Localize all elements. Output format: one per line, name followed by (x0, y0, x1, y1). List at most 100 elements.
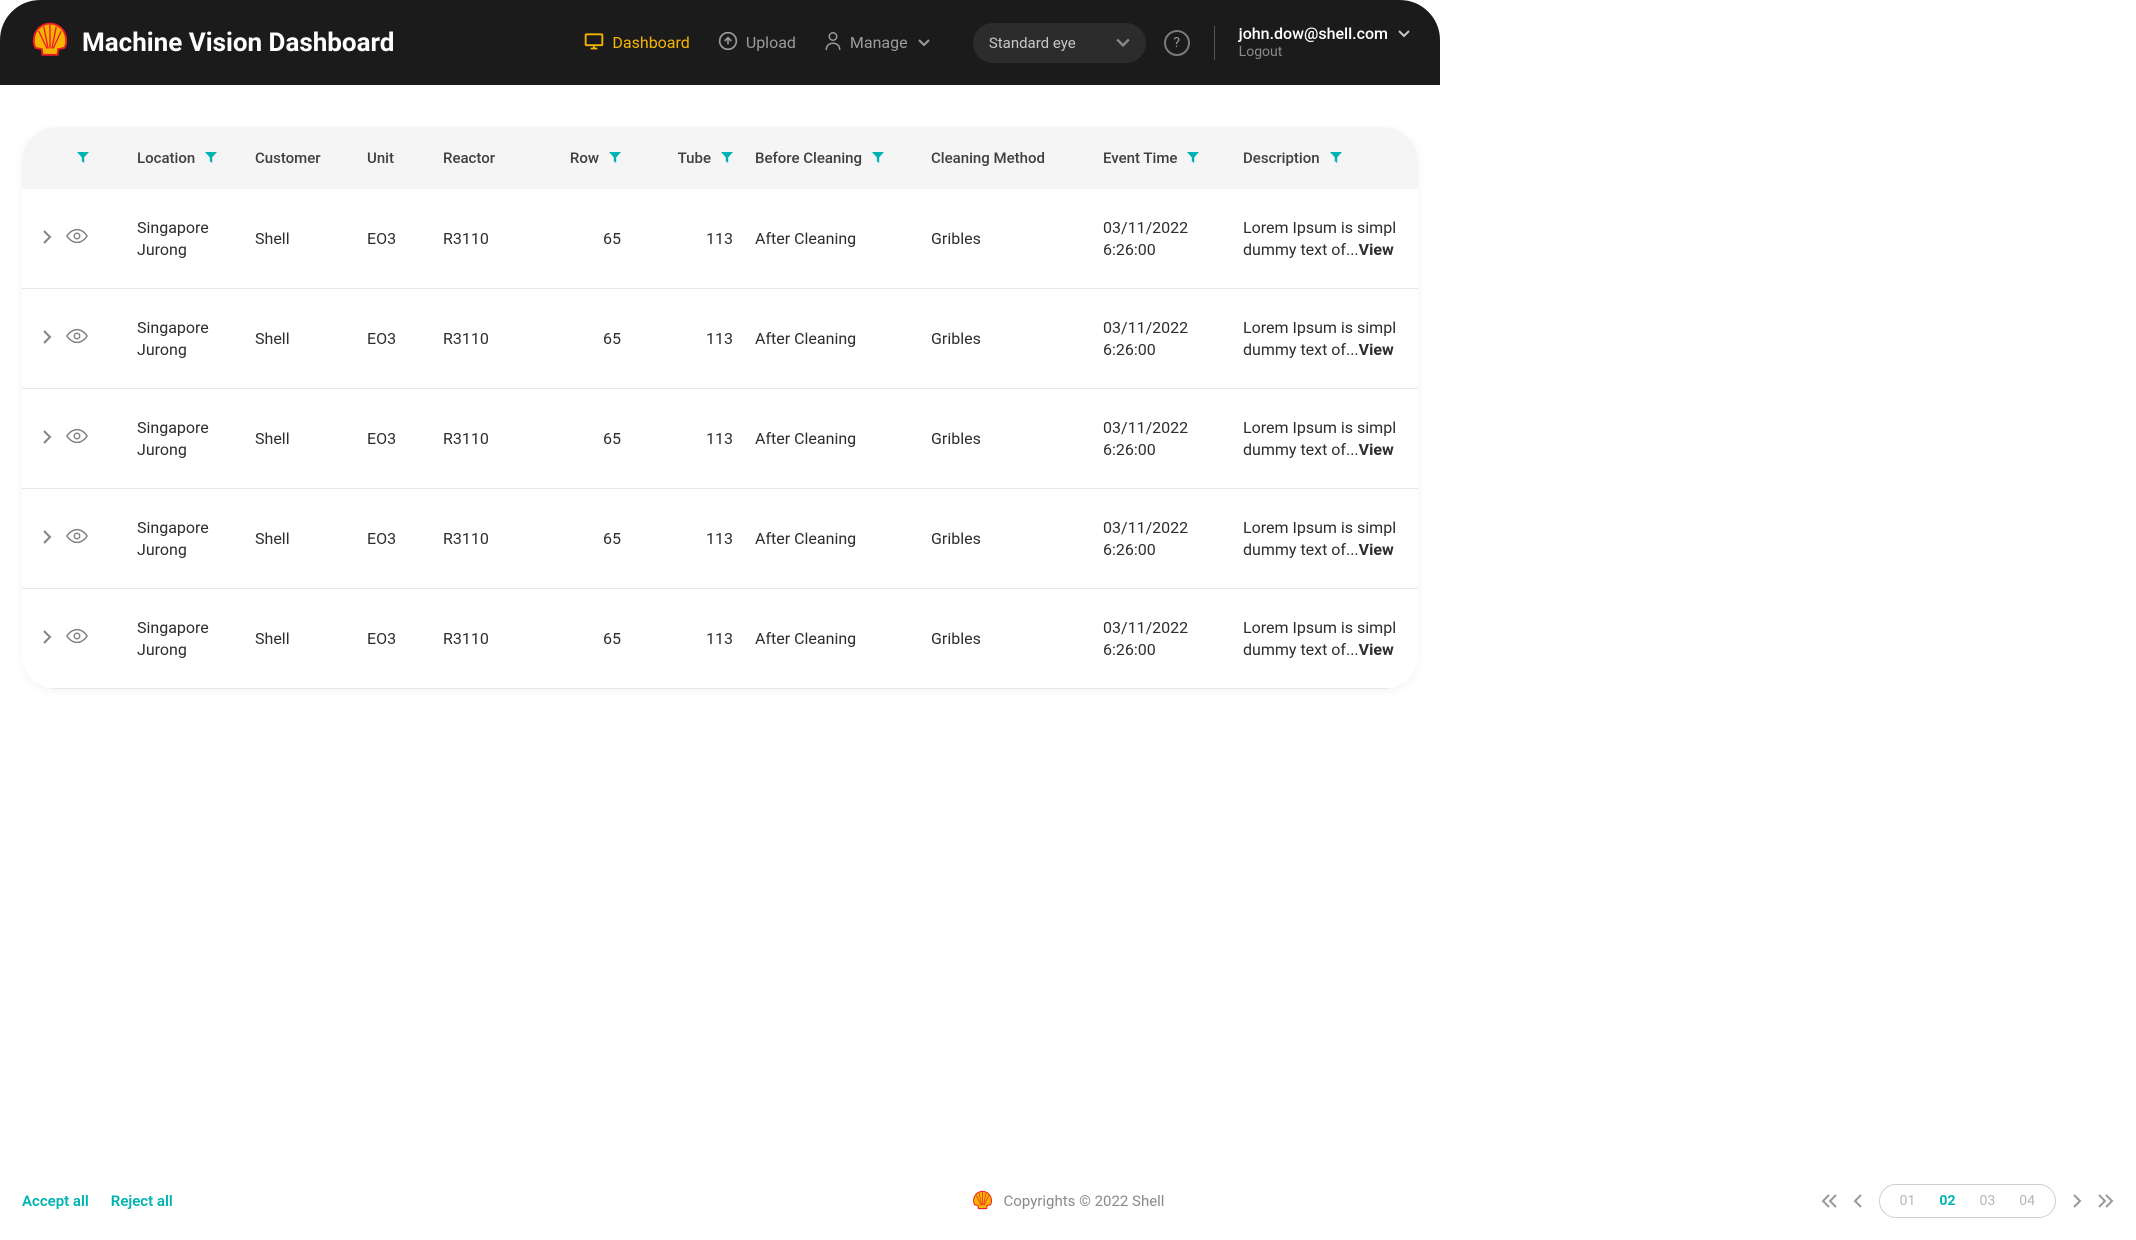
page-number[interactable]: 02 (1939, 1193, 1955, 1209)
filter-icon[interactable] (721, 152, 733, 164)
cell-tube: 113 (651, 428, 755, 450)
view-link[interactable]: View (1359, 440, 1394, 459)
cell-tube: 113 (651, 528, 755, 550)
page-first-button[interactable] (1821, 1194, 1837, 1208)
page-number[interactable]: 04 (2019, 1193, 2035, 1209)
monitor-icon (584, 32, 604, 54)
cell-before: After Cleaning (755, 328, 931, 350)
upload-icon (718, 31, 738, 55)
shell-logo-icon (972, 1190, 994, 1212)
nav-upload[interactable]: Upload (718, 31, 796, 55)
expand-row-button[interactable] (42, 328, 52, 350)
cell-location: Singapore Jurong (137, 517, 255, 560)
cell-time: 03/11/2022 6:26:00 (1103, 217, 1243, 260)
cell-time: 03/11/2022 6:26:00 (1103, 517, 1243, 560)
filter-icon[interactable] (872, 152, 884, 164)
eye-icon[interactable] (66, 228, 88, 250)
expand-row-button[interactable] (42, 428, 52, 450)
filter-icon[interactable] (1330, 152, 1342, 164)
column-time-label: Event Time (1103, 149, 1177, 167)
cell-unit: EO3 (367, 228, 443, 250)
column-customer-label: Customer (255, 149, 321, 167)
bulk-links: Accept all Reject all (22, 1192, 173, 1210)
cell-location: Singapore Jurong (137, 217, 255, 260)
view-link[interactable]: View (1359, 540, 1394, 559)
data-card: Location Customer Unit Reactor Row Tube … (22, 127, 1418, 689)
table-body: Singapore JurongShellEO3R311065113After … (22, 189, 1418, 689)
cell-before: After Cleaning (755, 628, 931, 650)
cell-reactor: R3110 (443, 328, 557, 350)
cell-method: Gribles (931, 228, 1103, 250)
cell-row: 65 (557, 428, 651, 450)
eye-icon[interactable] (66, 428, 88, 450)
cell-row: 65 (557, 528, 651, 550)
expand-row-button[interactable] (42, 628, 52, 650)
page-prev-button[interactable] (1853, 1194, 1863, 1208)
cell-reactor: R3110 (443, 228, 557, 250)
table-row: Singapore JurongShellEO3R311065113After … (22, 589, 1418, 689)
page-next-button[interactable] (2072, 1194, 2082, 1208)
nav-dashboard[interactable]: Dashboard (584, 32, 689, 54)
page-number[interactable]: 03 (1980, 1193, 1996, 1209)
page-last-button[interactable] (2098, 1194, 2114, 1208)
expand-row-button[interactable] (42, 528, 52, 550)
view-link[interactable]: View (1359, 640, 1394, 659)
view-link[interactable]: View (1359, 240, 1394, 259)
nav-manage-label: Manage (850, 33, 908, 52)
question-icon: ? (1173, 35, 1180, 51)
eye-icon[interactable] (66, 628, 88, 650)
column-method-label: Cleaning Method (931, 149, 1045, 167)
chevron-down-icon (1398, 24, 1410, 44)
cell-description: Lorem Ipsum is simpl dummy text of...Vie… (1243, 517, 1418, 560)
copyright-text: Copyrights © 2022 Shell (1004, 1192, 1165, 1210)
cell-unit: EO3 (367, 428, 443, 450)
user-email: john.dow@shell.com (1239, 24, 1388, 44)
shell-logo-icon (30, 21, 70, 65)
chevron-down-icon (918, 33, 930, 52)
cell-row: 65 (557, 328, 651, 350)
brand: Machine Vision Dashboard (30, 21, 394, 65)
column-before-label: Before Cleaning (755, 149, 862, 167)
cell-location: Singapore Jurong (137, 617, 255, 660)
column-location-label: Location (137, 149, 195, 167)
header-right: Standard eye ? john.dow@shell.com Logout (973, 23, 1410, 63)
cell-before: After Cleaning (755, 228, 931, 250)
table-row: Singapore JurongShellEO3R311065113After … (22, 189, 1418, 289)
cell-tube: 113 (651, 328, 755, 350)
cell-method: Gribles (931, 628, 1103, 650)
cell-method: Gribles (931, 528, 1103, 550)
cell-row: 65 (557, 228, 651, 250)
column-unit-label: Unit (367, 149, 394, 167)
expand-row-button[interactable] (42, 228, 52, 250)
page-number[interactable]: 01 (1900, 1193, 1916, 1209)
cell-unit: EO3 (367, 628, 443, 650)
table-row: Singapore JurongShellEO3R311065113After … (22, 489, 1418, 589)
eye-icon[interactable] (66, 328, 88, 350)
column-description-label: Description (1243, 149, 1320, 167)
nav-manage[interactable]: Manage (824, 31, 930, 55)
brand-title: Machine Vision Dashboard (82, 28, 394, 58)
eye-icon[interactable] (66, 528, 88, 550)
footer: Accept all Reject all Copyrights © 2022 … (0, 1162, 2136, 1240)
cell-method: Gribles (931, 328, 1103, 350)
cell-time: 03/11/2022 6:26:00 (1103, 417, 1243, 460)
column-tube-label: Tube (678, 149, 711, 167)
cell-description: Lorem Ipsum is simpl dummy text of...Vie… (1243, 417, 1418, 460)
cell-row: 65 (557, 628, 651, 650)
user-menu[interactable]: john.dow@shell.com (1239, 24, 1410, 44)
accept-all-link[interactable]: Accept all (22, 1192, 89, 1210)
logout-link[interactable]: Logout (1239, 44, 1410, 62)
filter-icon[interactable] (205, 152, 217, 164)
cell-reactor: R3110 (443, 428, 557, 450)
reject-all-link[interactable]: Reject all (111, 1192, 173, 1210)
filter-icon[interactable] (77, 152, 89, 164)
column-reactor-label: Reactor (443, 149, 495, 167)
cell-location: Singapore Jurong (137, 317, 255, 360)
page-pill: 01 02 03 04 (1879, 1184, 2056, 1218)
preset-select[interactable]: Standard eye (973, 23, 1146, 63)
view-link[interactable]: View (1359, 340, 1394, 359)
cell-customer: Shell (255, 528, 367, 550)
filter-icon[interactable] (1187, 152, 1199, 164)
help-button[interactable]: ? (1164, 30, 1190, 56)
filter-icon[interactable] (609, 152, 621, 164)
